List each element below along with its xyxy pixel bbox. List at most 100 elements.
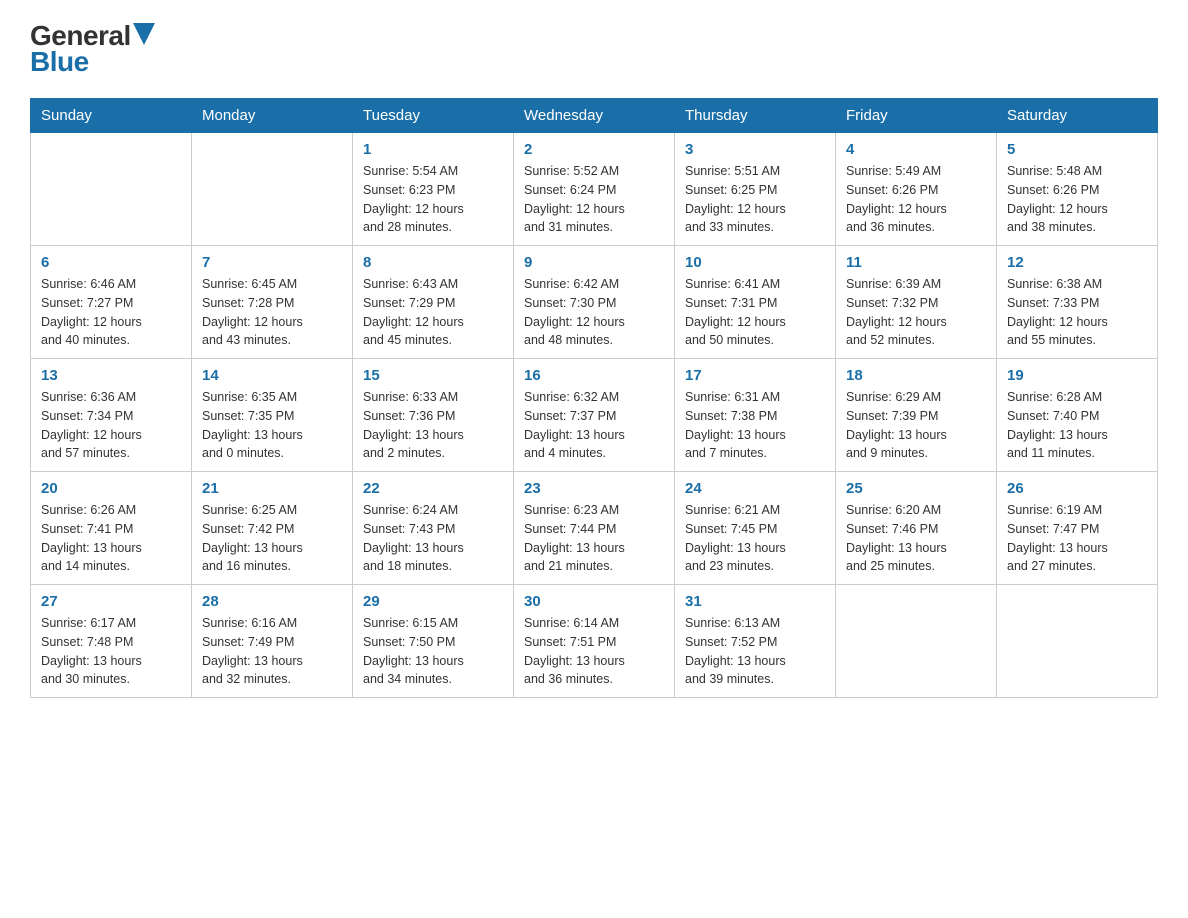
weekday-header-saturday: Saturday (997, 99, 1158, 133)
weekday-header-tuesday: Tuesday (353, 99, 514, 133)
day-number: 22 (363, 480, 503, 497)
calendar-cell: 8 Sunrise: 6:43 AM Sunset: 7:29 PM Daylig… (353, 246, 514, 359)
day-info: Sunrise: 5:49 AM Sunset: 6:26 PM Dayligh… (846, 162, 986, 237)
calendar-cell (997, 585, 1158, 698)
logo: General Blue (30, 20, 155, 78)
calendar-week-4: 20 Sunrise: 6:26 AM Sunset: 7:41 PM Dayli… (31, 472, 1158, 585)
day-info: Sunrise: 6:33 AM Sunset: 7:36 PM Dayligh… (363, 388, 503, 463)
day-number: 8 (363, 254, 503, 271)
day-info: Sunrise: 6:25 AM Sunset: 7:42 PM Dayligh… (202, 501, 342, 576)
weekday-header-thursday: Thursday (675, 99, 836, 133)
calendar-cell: 13 Sunrise: 6:36 AM Sunset: 7:34 PM Dayli… (31, 359, 192, 472)
day-info: Sunrise: 5:52 AM Sunset: 6:24 PM Dayligh… (524, 162, 664, 237)
day-info: Sunrise: 6:32 AM Sunset: 7:37 PM Dayligh… (524, 388, 664, 463)
day-number: 29 (363, 593, 503, 610)
day-info: Sunrise: 6:45 AM Sunset: 7:28 PM Dayligh… (202, 275, 342, 350)
day-info: Sunrise: 6:29 AM Sunset: 7:39 PM Dayligh… (846, 388, 986, 463)
calendar-cell: 28Sunrise: 6:16 AM Sunset: 7:49 PM Dayli… (192, 585, 353, 698)
calendar-cell: 18 Sunrise: 6:29 AM Sunset: 7:39 PM Dayli… (836, 359, 997, 472)
day-number: 7 (202, 254, 342, 271)
calendar-cell: 23Sunrise: 6:23 AM Sunset: 7:44 PM Dayli… (514, 472, 675, 585)
day-number: 26 (1007, 480, 1147, 497)
calendar-cell: 24 Sunrise: 6:21 AM Sunset: 7:45 PM Dayli… (675, 472, 836, 585)
day-number: 3 (685, 141, 825, 158)
day-number: 17 (685, 367, 825, 384)
calendar-cell: 29Sunrise: 6:15 AM Sunset: 7:50 PM Dayli… (353, 585, 514, 698)
calendar-header-row: SundayMondayTuesdayWednesdayThursdayFrid… (31, 99, 1158, 133)
day-info: Sunrise: 6:35 AM Sunset: 7:35 PM Dayligh… (202, 388, 342, 463)
day-number: 16 (524, 367, 664, 384)
calendar-cell (836, 585, 997, 698)
day-info: Sunrise: 6:36 AM Sunset: 7:34 PM Dayligh… (41, 388, 181, 463)
day-info: Sunrise: 6:41 AM Sunset: 7:31 PM Dayligh… (685, 275, 825, 350)
day-info: Sunrise: 6:14 AM Sunset: 7:51 PM Dayligh… (524, 614, 664, 689)
day-info: Sunrise: 6:46 AM Sunset: 7:27 PM Dayligh… (41, 275, 181, 350)
day-info: Sunrise: 6:31 AM Sunset: 7:38 PM Dayligh… (685, 388, 825, 463)
day-number: 2 (524, 141, 664, 158)
calendar-cell (31, 133, 192, 246)
calendar-cell: 15 Sunrise: 6:33 AM Sunset: 7:36 PM Dayli… (353, 359, 514, 472)
calendar-week-3: 13 Sunrise: 6:36 AM Sunset: 7:34 PM Dayli… (31, 359, 1158, 472)
calendar-cell: 2 Sunrise: 5:52 AM Sunset: 6:24 PM Daylig… (514, 133, 675, 246)
day-info: Sunrise: 6:26 AM Sunset: 7:41 PM Dayligh… (41, 501, 181, 576)
day-info: Sunrise: 5:54 AM Sunset: 6:23 PM Dayligh… (363, 162, 503, 237)
calendar-cell: 1 Sunrise: 5:54 AM Sunset: 6:23 PM Daylig… (353, 133, 514, 246)
calendar-cell: 7 Sunrise: 6:45 AM Sunset: 7:28 PM Daylig… (192, 246, 353, 359)
day-info: Sunrise: 6:23 AM Sunset: 7:44 PM Dayligh… (524, 501, 664, 576)
weekday-header-sunday: Sunday (31, 99, 192, 133)
calendar-cell: 12 Sunrise: 6:38 AM Sunset: 7:33 PM Dayli… (997, 246, 1158, 359)
calendar-cell: 19Sunrise: 6:28 AM Sunset: 7:40 PM Dayli… (997, 359, 1158, 472)
day-number: 14 (202, 367, 342, 384)
day-number: 28 (202, 593, 342, 610)
day-info: Sunrise: 6:21 AM Sunset: 7:45 PM Dayligh… (685, 501, 825, 576)
day-info: Sunrise: 5:51 AM Sunset: 6:25 PM Dayligh… (685, 162, 825, 237)
day-info: Sunrise: 6:17 AM Sunset: 7:48 PM Dayligh… (41, 614, 181, 689)
day-number: 12 (1007, 254, 1147, 271)
weekday-header-friday: Friday (836, 99, 997, 133)
calendar-cell: 16 Sunrise: 6:32 AM Sunset: 7:37 PM Dayli… (514, 359, 675, 472)
day-number: 20 (41, 480, 181, 497)
day-number: 6 (41, 254, 181, 271)
day-info: Sunrise: 6:42 AM Sunset: 7:30 PM Dayligh… (524, 275, 664, 350)
day-info: Sunrise: 6:20 AM Sunset: 7:46 PM Dayligh… (846, 501, 986, 576)
day-number: 15 (363, 367, 503, 384)
day-number: 4 (846, 141, 986, 158)
calendar-cell: 11 Sunrise: 6:39 AM Sunset: 7:32 PM Dayli… (836, 246, 997, 359)
day-number: 13 (41, 367, 181, 384)
logo-blue: Blue (30, 46, 89, 78)
calendar-cell: 22 Sunrise: 6:24 AM Sunset: 7:43 PM Dayli… (353, 472, 514, 585)
day-info: Sunrise: 6:24 AM Sunset: 7:43 PM Dayligh… (363, 501, 503, 576)
day-info: Sunrise: 6:43 AM Sunset: 7:29 PM Dayligh… (363, 275, 503, 350)
day-number: 25 (846, 480, 986, 497)
calendar-cell: 4 Sunrise: 5:49 AM Sunset: 6:26 PM Daylig… (836, 133, 997, 246)
calendar-cell: 25 Sunrise: 6:20 AM Sunset: 7:46 PM Dayli… (836, 472, 997, 585)
day-number: 18 (846, 367, 986, 384)
calendar-cell: 30Sunrise: 6:14 AM Sunset: 7:51 PM Dayli… (514, 585, 675, 698)
day-number: 27 (41, 593, 181, 610)
calendar-week-1: 1 Sunrise: 5:54 AM Sunset: 6:23 PM Daylig… (31, 133, 1158, 246)
calendar-cell: 27 Sunrise: 6:17 AM Sunset: 7:48 PM Dayli… (31, 585, 192, 698)
day-info: Sunrise: 6:28 AM Sunset: 7:40 PM Dayligh… (1007, 388, 1147, 463)
calendar-cell: 20 Sunrise: 6:26 AM Sunset: 7:41 PM Dayli… (31, 472, 192, 585)
day-number: 9 (524, 254, 664, 271)
day-number: 11 (846, 254, 986, 271)
calendar-cell (192, 133, 353, 246)
calendar-table: SundayMondayTuesdayWednesdayThursdayFrid… (30, 98, 1158, 698)
calendar-cell: 14 Sunrise: 6:35 AM Sunset: 7:35 PM Dayli… (192, 359, 353, 472)
day-info: Sunrise: 6:19 AM Sunset: 7:47 PM Dayligh… (1007, 501, 1147, 576)
calendar-cell: 9 Sunrise: 6:42 AM Sunset: 7:30 PM Daylig… (514, 246, 675, 359)
day-number: 1 (363, 141, 503, 158)
calendar-cell: 31Sunrise: 6:13 AM Sunset: 7:52 PM Dayli… (675, 585, 836, 698)
weekday-header-wednesday: Wednesday (514, 99, 675, 133)
day-info: Sunrise: 6:39 AM Sunset: 7:32 PM Dayligh… (846, 275, 986, 350)
calendar-week-2: 6 Sunrise: 6:46 AM Sunset: 7:27 PM Daylig… (31, 246, 1158, 359)
calendar-cell: 5Sunrise: 5:48 AM Sunset: 6:26 PM Daylig… (997, 133, 1158, 246)
day-info: Sunrise: 6:38 AM Sunset: 7:33 PM Dayligh… (1007, 275, 1147, 350)
page-header: General Blue (30, 20, 1158, 78)
calendar-cell: 3 Sunrise: 5:51 AM Sunset: 6:25 PM Daylig… (675, 133, 836, 246)
day-number: 24 (685, 480, 825, 497)
calendar-cell: 26 Sunrise: 6:19 AM Sunset: 7:47 PM Dayli… (997, 472, 1158, 585)
day-info: Sunrise: 6:13 AM Sunset: 7:52 PM Dayligh… (685, 614, 825, 689)
calendar-week-5: 27 Sunrise: 6:17 AM Sunset: 7:48 PM Dayli… (31, 585, 1158, 698)
day-number: 5 (1007, 141, 1147, 158)
